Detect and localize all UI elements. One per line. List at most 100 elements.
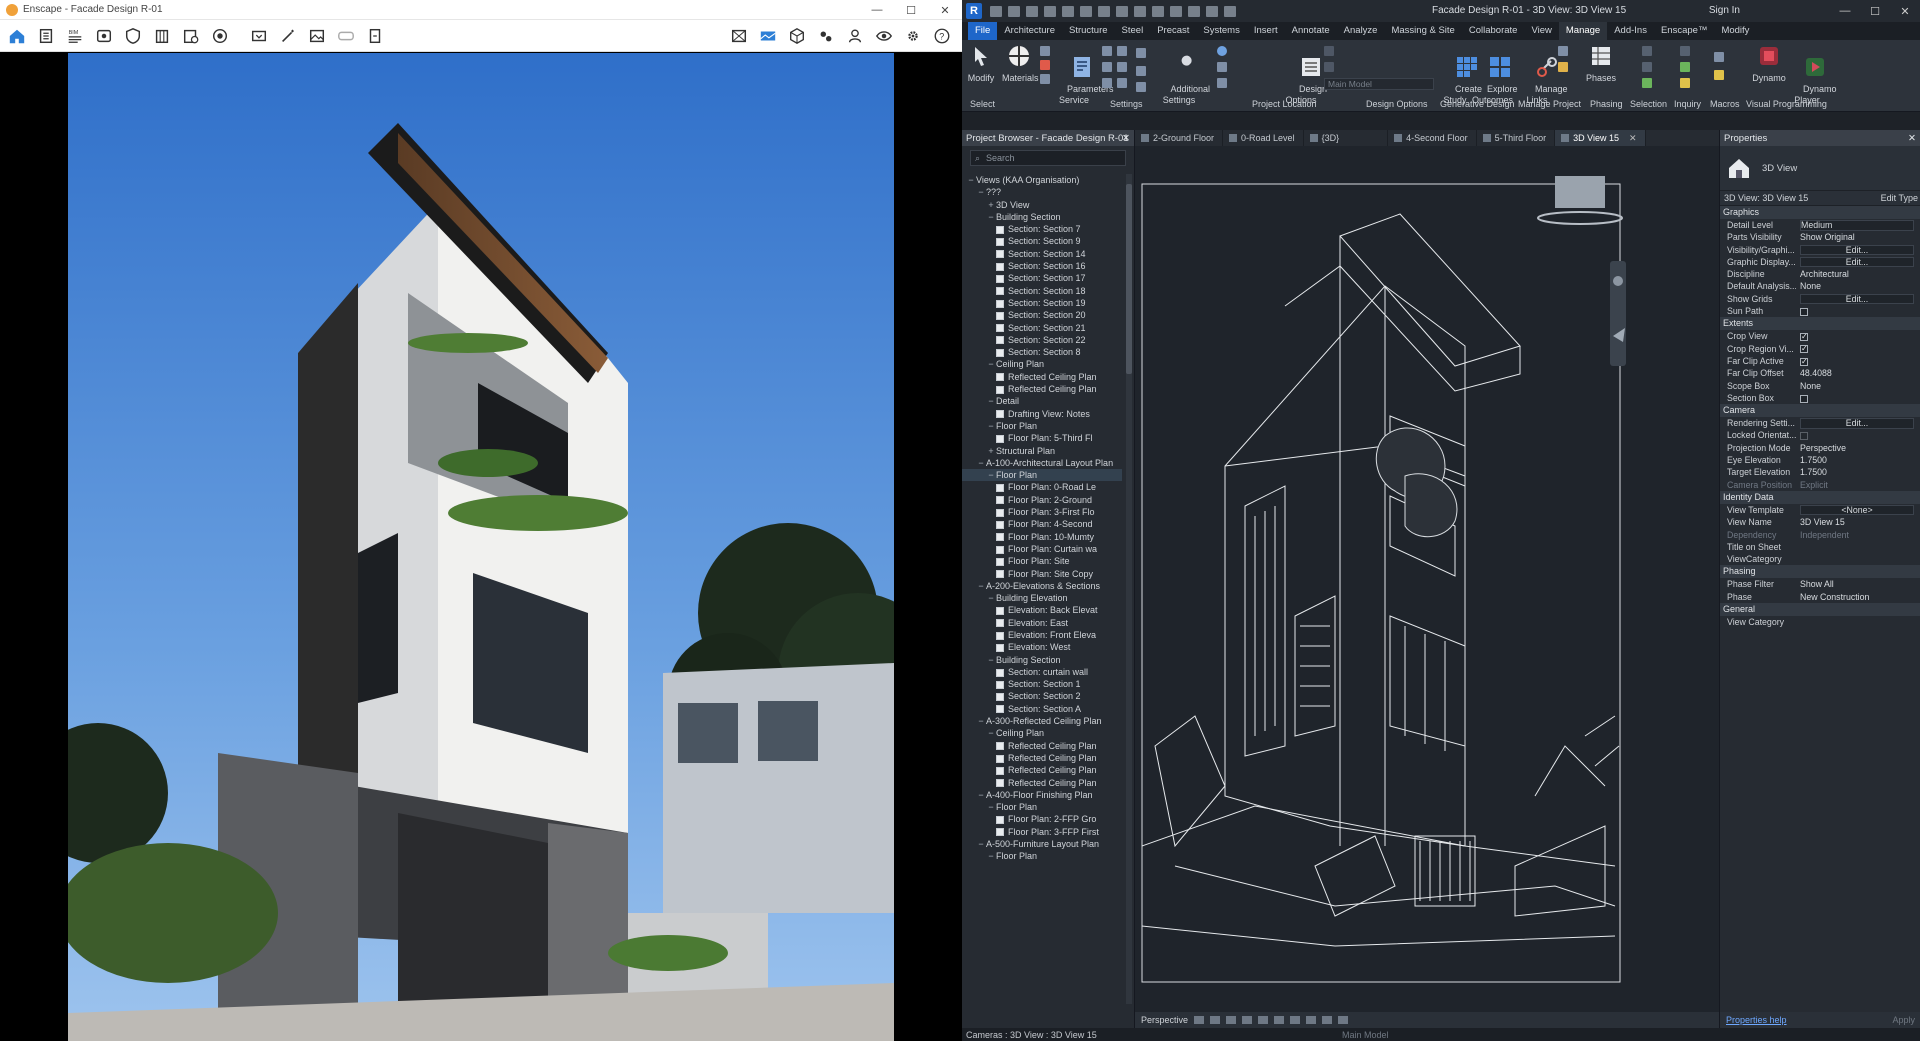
manage-images-icon[interactable] [1558,46,1568,56]
tree-view-item[interactable]: Section: curtain wall [962,666,1122,678]
navigation-bar[interactable] [1610,261,1626,366]
tree-view-item[interactable]: Section: Section 8 [962,346,1122,358]
tab-view[interactable]: View [1524,22,1558,40]
expand-toggle-icon[interactable]: − [986,211,996,223]
bim-list-icon[interactable]: BIM [62,23,88,49]
tab-file[interactable]: File [968,22,998,40]
shadows-icon[interactable] [1242,1016,1253,1024]
tree-view-item[interactable]: Floor Plan: Site Copy [962,568,1122,580]
macro-security-icon[interactable] [1714,70,1724,80]
tree-view-item[interactable]: Floor Plan: 3-FFP First [962,826,1122,838]
tree-view-item[interactable]: Section: Section 16 [962,260,1122,272]
measure-icon[interactable] [1098,5,1110,17]
tree-view-item[interactable]: Elevation: Front Eleva [962,629,1122,641]
parameters-service-button[interactable]: Parameters Service [1052,44,1114,117]
property-group-header[interactable]: Graphics [1720,206,1920,219]
expand-toggle-icon[interactable]: − [986,727,996,739]
thin-lines-icon[interactable] [1188,5,1200,17]
property-value[interactable]: <None> [1796,504,1920,516]
switch-windows-icon[interactable] [1224,5,1236,17]
property-value[interactable] [1796,330,1920,343]
tree-folder-item[interactable]: +3D View [962,199,1122,211]
tree-folder-item[interactable]: − A-200-Elevations & Sections [962,580,1122,592]
tree-view-item[interactable]: Floor Plan: 10-Mumty [962,531,1122,543]
tree-view-item[interactable]: Floor Plan: 3-First Flo [962,506,1122,518]
expand-toggle-icon[interactable]: − [986,358,996,370]
tree-view-item[interactable]: Reflected Ceiling Plan [962,383,1122,395]
phases-button[interactable]: Phases [1586,44,1616,84]
tree-folder-item[interactable]: − Building Section [962,654,1122,666]
type-selector[interactable]: 3D View [1720,146,1920,190]
tree-view-item[interactable]: Section: Section 22 [962,334,1122,346]
transfer-standards-icon[interactable] [1102,62,1112,72]
text-icon[interactable] [1134,5,1146,17]
shield-icon[interactable] [120,23,146,49]
view-tab-second-floor[interactable]: 4-Second Floor [1388,130,1477,146]
property-value[interactable]: Explicit [1796,479,1920,491]
ids-of-selection-icon[interactable] [1680,46,1690,56]
expand-toggle-icon[interactable]: + [986,199,996,211]
review-warnings-icon[interactable] [1680,62,1690,72]
tree-view-item[interactable]: Reflected Ceiling Plan [962,777,1122,789]
export-icon[interactable] [362,23,388,49]
expand-toggle-icon[interactable]: − [976,580,986,592]
save-icon[interactable] [1008,5,1020,17]
project-browser-scrollbar[interactable] [1126,174,1132,1004]
property-value[interactable]: Edit... [1796,417,1920,429]
warnings-icon[interactable] [1680,78,1690,88]
edit-button[interactable]: Edit... [1800,293,1914,305]
tree-view-item[interactable]: Section: Section 21 [962,322,1122,334]
property-checkbox[interactable] [1800,343,1808,355]
tree-view-item[interactable]: Drafting View: Notes [962,408,1122,420]
property-checkbox[interactable] [1800,307,1808,316]
help-icon[interactable]: ? [929,23,955,49]
property-group-header[interactable]: Identity Data [1720,490,1920,504]
revit-minimize-button[interactable]: — [1830,0,1860,22]
tree-view-item[interactable]: Reflected Ceiling Plan [962,764,1122,776]
camera-person-icon[interactable] [842,23,868,49]
property-value[interactable]: Perspective [1796,442,1920,454]
close-button[interactable]: ✕ [928,0,962,20]
tree-view-item[interactable]: Section: Section 1 [962,678,1122,690]
purge-icon[interactable] [1117,62,1127,72]
tree-folder-item[interactable]: − Building Elevation [962,592,1122,604]
3d-view-icon[interactable] [1152,5,1164,17]
property-value[interactable] [1796,616,1920,628]
tree-folder-item[interactable]: − Floor Plan [962,801,1122,813]
tree-folder-item[interactable]: + Structural Plan [962,445,1122,457]
close-tab-icon[interactable]: ✕ [1629,133,1637,143]
expand-toggle-icon[interactable]: − [976,186,986,198]
screenshot-icon[interactable] [246,23,272,49]
instance-selector[interactable]: 3D View: 3D View 15 Edit Type [1720,190,1920,206]
tree-view-item[interactable]: Floor Plan: 0-Road Le [962,481,1122,493]
expand-toggle-icon[interactable]: − [986,654,996,666]
view-icon[interactable] [91,23,117,49]
sync-icon[interactable] [1026,5,1038,17]
shared-params-icon[interactable] [1102,46,1112,56]
visual-style-icon[interactable] [1210,1016,1221,1024]
close-icon[interactable]: ✕ [1122,133,1130,144]
load-selection-icon[interactable] [1642,78,1652,88]
property-group-header[interactable]: Camera [1720,404,1920,418]
show-crop-icon[interactable] [1290,1016,1301,1024]
sign-in-button[interactable]: Sign In [1709,5,1740,16]
vr-headset-icon[interactable] [333,23,359,49]
snaps-icon[interactable] [1040,60,1050,70]
section-icon[interactable] [1170,5,1182,17]
tree-view-item[interactable]: Floor Plan: 2-Ground [962,494,1122,506]
tree-view-item[interactable]: Floor Plan: 5-Third Fl [962,432,1122,444]
tree-view-item[interactable]: Reflected Ceiling Plan [962,752,1122,764]
property-value[interactable]: New Construction [1796,591,1920,603]
tab-systems[interactable]: Systems [1196,22,1246,40]
tree-folder-item[interactable]: − A-300-Reflected Ceiling Plan [962,715,1122,727]
tree-folder-item[interactable]: − A-100-Architectural Layout Plan [962,457,1122,469]
panorama-icon[interactable] [755,23,781,49]
property-group-header[interactable]: Extents [1720,317,1920,331]
edit-button[interactable]: Edit... [1800,256,1914,268]
tree-view-item[interactable]: Section: Section 20 [962,309,1122,321]
property-value[interactable]: Edit... [1796,244,1920,256]
modify-button[interactable]: Modify [966,44,996,84]
project-browser-search[interactable]: ⌕ Search [970,150,1126,166]
property-value[interactable]: 1.7500 [1796,454,1920,466]
expand-toggle-icon[interactable]: − [976,715,986,727]
